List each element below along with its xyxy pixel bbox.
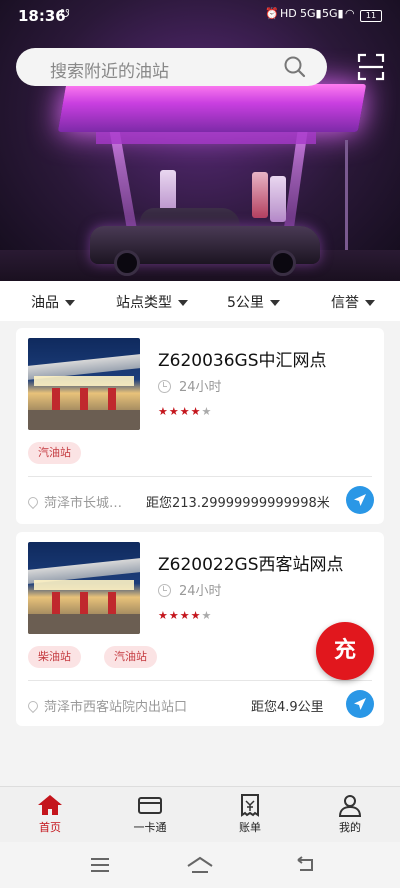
- station-hours-text: 24小时: [179, 380, 222, 395]
- chevron-down-icon: [65, 300, 75, 306]
- search-bar[interactable]: 搜索附近的油站: [16, 48, 327, 86]
- clock-icon: [158, 380, 171, 393]
- station-hours-text: 24小时: [179, 584, 222, 599]
- tab-profile-label: 我的: [339, 821, 361, 834]
- battery-icon: 11: [360, 10, 382, 22]
- chevron-down-icon: [269, 300, 280, 306]
- navigate-button[interactable]: [346, 690, 374, 718]
- divider: [28, 476, 372, 477]
- navigation-arrow-icon: [354, 494, 366, 506]
- home-icon: [38, 795, 62, 815]
- gas-station-canopy: [57, 84, 367, 132]
- user-icon: [338, 795, 362, 817]
- station-photo: [28, 542, 140, 634]
- filter-bar: 油品 站点类型 5公里 信誉: [0, 281, 400, 321]
- app-notification-icon: ☋: [60, 7, 70, 20]
- car-image: [90, 208, 320, 276]
- wifi-icon: ◠: [345, 7, 355, 20]
- star-icon: ★: [201, 609, 213, 622]
- location-pin-icon: [25, 494, 41, 510]
- station-address-text: 菏泽市长城…: [44, 496, 123, 511]
- location-pin-icon: [25, 698, 41, 714]
- station-name: Z620022GS西客站网点: [158, 555, 344, 575]
- filter-fuel[interactable]: 油品: [31, 292, 75, 312]
- filter-reputation[interactable]: 信誉: [331, 292, 375, 312]
- filter-reputation-label: 信誉: [331, 295, 359, 311]
- chevron-down-icon: [365, 300, 375, 306]
- hero-banner: [0, 0, 400, 281]
- station-hours: 24小时: [158, 376, 222, 395]
- status-time: 18:36: [18, 7, 66, 25]
- tab-bill[interactable]: 账单: [220, 793, 280, 835]
- divider: [28, 680, 372, 681]
- filter-distance-label: 5公里: [227, 295, 264, 311]
- rating-stars: ★★★★★: [158, 609, 212, 622]
- filter-fuel-label: 油品: [31, 295, 59, 311]
- gas-station-canopy-edge: [96, 132, 316, 144]
- bottom-tab-bar: 首页 一卡通 账单 我的: [0, 786, 400, 842]
- star-icon: ★: [201, 405, 213, 418]
- chevron-down-icon: [178, 300, 188, 306]
- station-tag: 柴油站: [28, 646, 81, 668]
- street-lamp: [345, 140, 348, 250]
- station-card[interactable]: Z620036GS中汇网点 24小时 ★★★★★ 汽油站 菏泽市长城… 距您21…: [16, 328, 384, 524]
- menu-icon[interactable]: [90, 856, 110, 874]
- navigate-button[interactable]: [346, 486, 374, 514]
- station-distance: 距您4.9公里: [251, 700, 324, 715]
- station-photo: [28, 338, 140, 430]
- card-icon: [138, 797, 162, 814]
- signal-5g-icon: 5G▮: [322, 7, 344, 20]
- tab-card[interactable]: 一卡通: [120, 793, 180, 835]
- rating-stars: ★★★★★: [158, 405, 212, 418]
- charge-fab-button[interactable]: 充: [316, 622, 374, 680]
- station-name: Z620036GS中汇网点: [158, 351, 327, 371]
- signal-5g-icon: 5G▮: [300, 7, 322, 20]
- station-hours: 24小时: [158, 580, 222, 599]
- system-navigation-bar: [0, 842, 400, 888]
- scan-icon[interactable]: [357, 53, 385, 81]
- tab-profile[interactable]: 我的: [320, 793, 380, 835]
- station-distance: 距您213.29999999999998米: [146, 496, 330, 511]
- station-tag: 汽油站: [104, 646, 157, 668]
- filter-distance[interactable]: 5公里: [227, 292, 280, 312]
- search-icon[interactable]: [284, 56, 306, 78]
- back-icon[interactable]: [294, 856, 316, 874]
- filter-station-type-label: 站点类型: [116, 295, 172, 311]
- tab-home[interactable]: 首页: [20, 793, 80, 835]
- station-address-text: 菏泽市西客站院内出站口: [44, 700, 188, 715]
- home-nav-icon[interactable]: [186, 856, 214, 874]
- alarm-icon: ⏰: [265, 7, 279, 20]
- star-icon: ★★★★: [158, 609, 202, 622]
- tab-home-label: 首页: [39, 821, 61, 834]
- tab-card-label: 一卡通: [133, 821, 167, 834]
- search-placeholder: 搜索附近的油站: [50, 62, 169, 82]
- filter-station-type[interactable]: 站点类型: [116, 292, 188, 312]
- tab-bill-label: 账单: [239, 821, 261, 834]
- star-icon: ★★★★: [158, 405, 202, 418]
- navigation-arrow-icon: [354, 698, 366, 710]
- status-bar: 18:36 ☋ ⏰ HD 5G▮ 5G▮ ◠ 11: [0, 0, 400, 32]
- station-address: 菏泽市西客站院内出站口: [25, 696, 188, 715]
- hd-icon: HD: [280, 7, 297, 20]
- station-tag: 汽油站: [28, 442, 81, 464]
- clock-icon: [158, 584, 171, 597]
- station-address: 菏泽市长城…: [25, 492, 123, 511]
- bill-icon: [241, 794, 259, 817]
